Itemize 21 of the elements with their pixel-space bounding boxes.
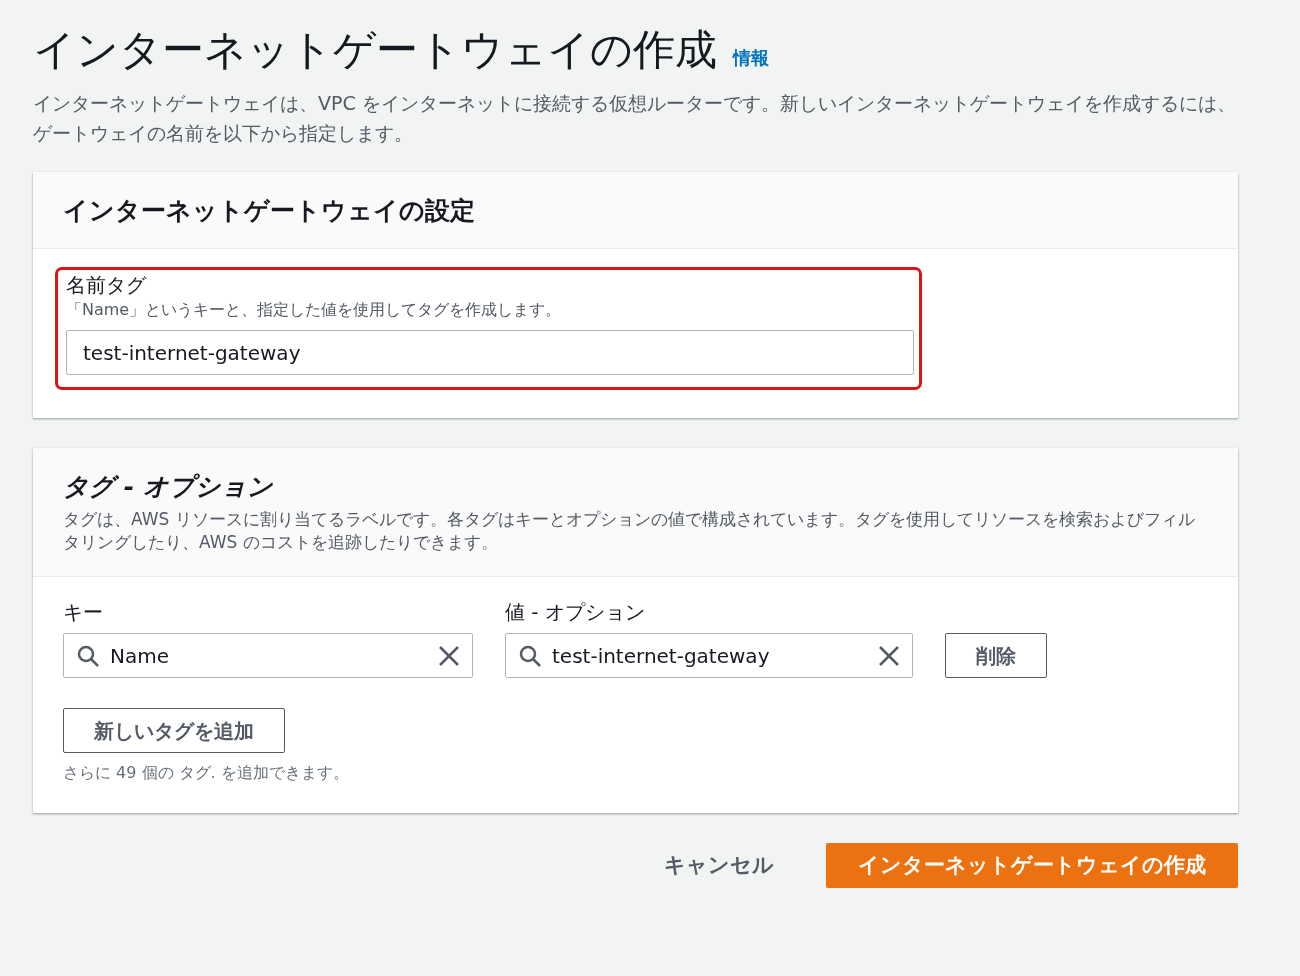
cancel-button[interactable]: キャンセル — [658, 848, 780, 883]
key-input[interactable]: Name — [63, 633, 473, 678]
tag-limit-note: さらに 49 個の タグ. を追加できます。 — [63, 762, 350, 784]
search-icon — [76, 643, 100, 668]
key-label: キー — [63, 599, 104, 625]
value-input[interactable]: test-internet-gateway — [505, 633, 913, 678]
panel-description: タグは、AWS リソースに割り当てるラベルです。各タグはキーとオプションの値で構成されています。タグを使用してリソースを検索およびフィルタリングしたり、AWS のコストを追跡したりできます。 — [63, 508, 1196, 554]
name-tag-input[interactable]: test-internet-gateway — [66, 330, 914, 375]
close-icon[interactable] — [878, 644, 900, 667]
value-label: 値 - オプション — [505, 599, 645, 625]
page-description: インターネットゲートウェイは、VPC をインターネットに接続する仮想ルーターです。新しいインターネットゲートウェイを作成するには、ゲートウェイの名前を以下から指定します。 — [33, 91, 1237, 146]
search-icon — [518, 643, 542, 668]
info-link[interactable]: 情報 — [733, 44, 769, 71]
remove-button[interactable]: 削除 — [945, 633, 1047, 678]
field-label: 名前タグ — [66, 272, 147, 298]
add-tag-button[interactable]: 新しいタグを追加 — [63, 708, 285, 753]
panel-title: タグ - オプション — [63, 472, 274, 502]
close-icon[interactable] — [438, 644, 460, 667]
page-title: インターネットゲートウェイの作成 — [33, 24, 717, 76]
panel-title: インターネットゲートウェイの設定 — [63, 196, 476, 226]
field-hint: 「Name」というキーと、指定した値を使用してタグを作成します。 — [66, 299, 563, 321]
